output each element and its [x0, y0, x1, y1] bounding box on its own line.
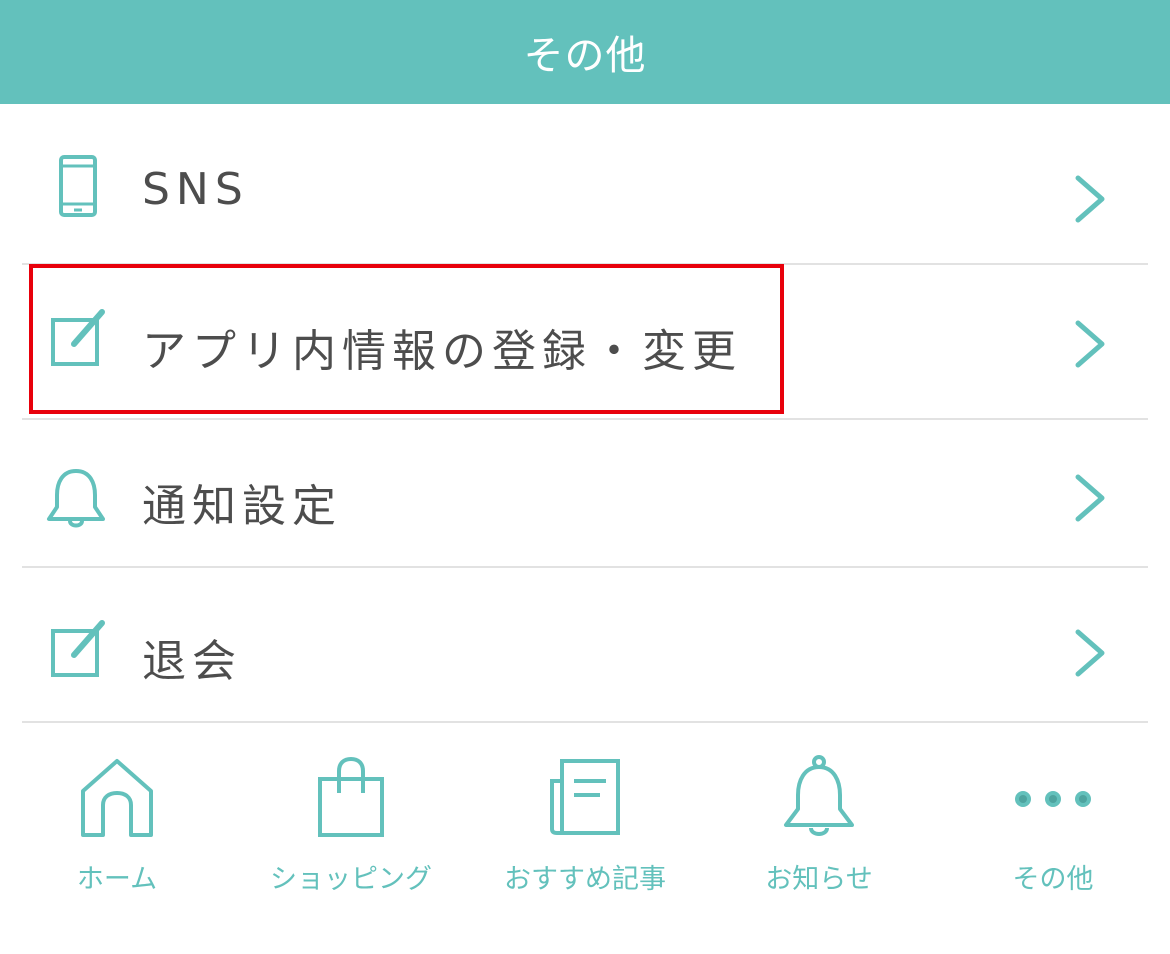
app-header: その他 [0, 0, 1170, 104]
tab-label: その他 [1012, 864, 1094, 895]
menu-item-label: 通知設定 [142, 481, 342, 532]
page-title: その他 [523, 33, 647, 79]
menu-item-notification-settings[interactable]: 通知設定 [0, 413, 1170, 568]
bell-icon [784, 755, 854, 836]
tab-more[interactable]: その他 [936, 745, 1170, 925]
shopping-bag-icon [318, 756, 384, 837]
menu-item-sns[interactable]: SNS [0, 110, 1170, 265]
edit-icon [51, 620, 105, 677]
bottom-tab-bar: ホーム ショッピング おすすめ記事 お知らせ その他 [0, 725, 1170, 954]
highlight-annotation [29, 264, 784, 414]
more-dots-icon [1015, 791, 1091, 807]
menu-item-label: SNS [142, 164, 249, 215]
tab-label: ショッピング [270, 864, 432, 895]
tab-label: おすすめ記事 [504, 864, 666, 895]
bell-icon [47, 469, 105, 528]
chevron-right-icon [1075, 474, 1105, 522]
tab-home[interactable]: ホーム [0, 745, 234, 925]
newspaper-icon [550, 759, 620, 835]
menu-item-label: 退会 [142, 636, 242, 687]
smartphone-icon [59, 155, 97, 217]
chevron-right-icon [1075, 175, 1105, 223]
tab-articles[interactable]: おすすめ記事 [468, 745, 702, 925]
divider [22, 721, 1148, 723]
chevron-right-icon [1075, 629, 1105, 677]
menu-item-withdraw[interactable]: 退会 [0, 568, 1170, 723]
tab-shopping[interactable]: ショッピング [234, 745, 468, 925]
chevron-right-icon [1075, 320, 1105, 368]
tab-notifications[interactable]: お知らせ [702, 745, 936, 925]
tab-label: お知らせ [765, 864, 873, 895]
tab-label: ホーム [76, 864, 158, 895]
home-icon [81, 759, 153, 837]
